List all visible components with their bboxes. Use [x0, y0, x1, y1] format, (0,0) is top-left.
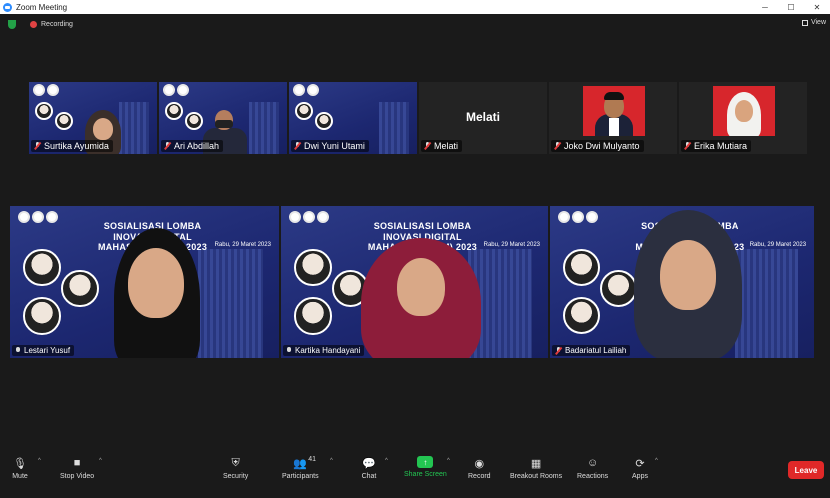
chat-bubble-icon: 💬: [362, 457, 376, 470]
participant-name-tag: Kartika Handayani: [283, 345, 365, 356]
reactions-smiley-icon: ☺: [586, 457, 599, 469]
mic-muted-icon: [684, 142, 691, 150]
view-grid-icon: [801, 19, 808, 26]
mic-icon: [15, 346, 21, 355]
video-camera-icon: ■: [73, 457, 81, 469]
profile-photo: [583, 86, 645, 136]
video-tile-badariatul[interactable]: SOSIALISASI LOMBAINOVASI DIGITALMAHASISW…: [550, 206, 814, 358]
record-button[interactable]: ◉ Record: [468, 456, 491, 481]
recording-label[interactable]: Recording: [41, 21, 73, 28]
video-tile-joko[interactable]: Joko Dwi Mulyanto: [549, 82, 677, 154]
meeting-topbar: Recording View: [0, 14, 830, 34]
participant-name-tag: Melati: [421, 140, 463, 152]
share-screen-arrow-icon: ↑: [417, 456, 434, 468]
video-tile-erika[interactable]: Erika Mutiara: [679, 82, 807, 154]
mic-muted-icon: [555, 346, 562, 355]
mic-muted-icon: [164, 142, 171, 150]
security-button[interactable]: ⛨ Security: [223, 456, 248, 481]
recording-dot-icon: [30, 20, 37, 28]
participants-icon: 👥 41: [293, 456, 317, 470]
participant-name-tag: Lestari Yusuf: [12, 345, 75, 356]
participant-name-tag: Surtika Ayumida: [31, 140, 113, 152]
breakout-rooms-grid-icon: ▦: [530, 457, 542, 470]
video-tile-dwi[interactable]: Dwi Yuni Utami: [289, 82, 417, 154]
mic-muted-icon: [34, 142, 41, 150]
video-options-chevron-icon[interactable]: ^: [99, 458, 102, 464]
participant-name-tag: Ari Abdillah: [161, 140, 224, 152]
video-gallery: Surtika Ayumida Ari Abdillah Dwi Yuni Ut…: [0, 34, 830, 452]
leave-button[interactable]: Leave: [788, 461, 824, 479]
close-button[interactable]: ✕: [804, 0, 830, 14]
stop-video-button[interactable]: ■ Stop Video: [60, 456, 94, 480]
video-tile-lestari[interactable]: SOSIALISASI LOMBAINOVASI DIGITALMAHASISW…: [10, 206, 279, 358]
mic-muted-icon: [554, 142, 561, 150]
mic-muted-icon: [294, 142, 301, 150]
participant-name-tag: Joko Dwi Mulyanto: [551, 140, 644, 152]
view-button[interactable]: View: [801, 19, 826, 26]
reactions-button[interactable]: ☺ Reactions: [577, 456, 608, 480]
participant-name-tag: Erika Mutiara: [681, 140, 752, 152]
apps-button[interactable]: ⟳ Apps: [632, 456, 648, 481]
view-label: View: [810, 19, 826, 26]
window-titlebar: Zoom Meeting ─ ☐ ✕: [0, 0, 830, 14]
mic-icon: [286, 346, 292, 355]
microphone-icon: 🎙: [13, 457, 27, 470]
participants-button[interactable]: 👥 41 Participants: [282, 456, 319, 480]
breakout-rooms-button[interactable]: ▦ Breakout Rooms: [510, 456, 562, 481]
apps-icon: ⟳: [635, 457, 645, 470]
window-title: Zoom Meeting: [16, 2, 68, 12]
slide-date: Rabu, 29 Maret 2023: [214, 242, 271, 249]
window-controls: ─ ☐ ✕: [752, 0, 830, 14]
slide-date: Rabu, 29 Maret 2023: [749, 242, 807, 249]
participant-placeholder-name: Melati: [465, 110, 500, 124]
video-tile-melati[interactable]: Melati Melati: [419, 82, 547, 154]
profile-photo: [713, 86, 775, 136]
slide-date: Rabu, 29 Maret 2023: [483, 242, 540, 249]
record-icon: ◉: [474, 457, 485, 470]
maximize-button[interactable]: ☐: [778, 0, 804, 14]
mute-button[interactable]: 🎙 Mute: [12, 456, 28, 481]
mute-options-chevron-icon[interactable]: ^: [38, 458, 41, 464]
minimize-button[interactable]: ─: [752, 0, 778, 14]
zoom-logo-icon: [3, 2, 12, 12]
participant-name-tag: Badariatul Lailiah: [552, 345, 631, 356]
chat-options-chevron-icon[interactable]: ^: [385, 458, 388, 464]
participants-count: 41: [308, 456, 317, 463]
shield-icon: ⛨: [231, 456, 240, 469]
mic-muted-icon: [424, 142, 431, 150]
share-options-chevron-icon[interactable]: ^: [447, 458, 450, 464]
chat-button[interactable]: 💬 Chat: [361, 456, 377, 481]
video-tile-ari[interactable]: Ari Abdillah: [159, 82, 287, 154]
share-screen-button[interactable]: ↑ Share Screen: [404, 456, 447, 478]
video-tile-surtika[interactable]: Surtika Ayumida: [29, 82, 157, 154]
meeting-toolbar: 🎙 Mute ^ ■ Stop Video ^ ⛨ Security 👥 41 P…: [0, 452, 830, 498]
participants-options-chevron-icon[interactable]: ^: [330, 458, 333, 464]
apps-options-chevron-icon[interactable]: ^: [655, 458, 658, 464]
encryption-shield-icon[interactable]: [8, 19, 16, 29]
video-tile-kartika[interactable]: SOSIALISASI LOMBAINOVASI DIGITALMAHASISW…: [281, 206, 548, 358]
participant-name-tag: Dwi Yuni Utami: [291, 140, 369, 152]
